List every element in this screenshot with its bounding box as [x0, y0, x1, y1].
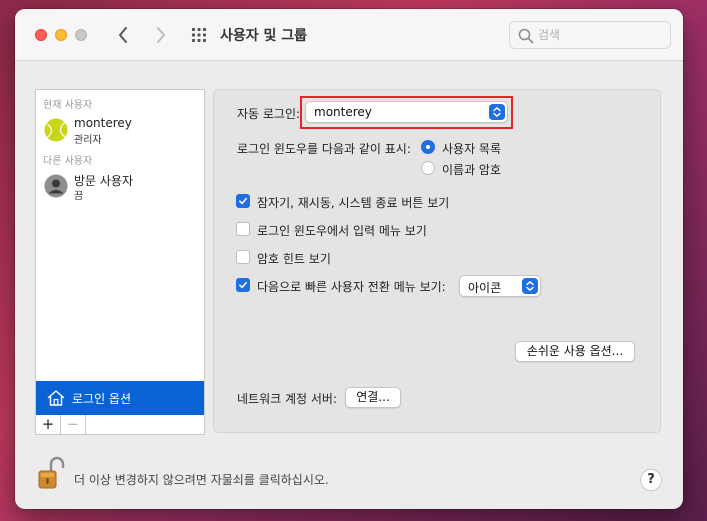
user-role: 관리자 [74, 135, 102, 146]
house-icon [47, 390, 65, 406]
radio-name-password[interactable] [421, 161, 435, 175]
user-name: monterey [74, 116, 132, 130]
checkbox-show-power-buttons[interactable] [236, 194, 250, 208]
checkbox-password-hints[interactable] [236, 250, 250, 264]
search-field[interactable] [509, 21, 671, 49]
search-input[interactable] [538, 26, 662, 44]
chevron-updown-icon [522, 278, 538, 294]
checkbox-input-menu[interactable] [236, 222, 250, 236]
auto-login-select[interactable]: monterey [305, 101, 508, 123]
remove-user-button[interactable]: − [61, 415, 86, 434]
auto-login-value: monterey [314, 105, 372, 119]
users-list: 현재 사용자 monterey 관리자 다른 사용자 방문 사용자 끔 로그인 … [35, 89, 205, 416]
tennis-ball-avatar [44, 118, 68, 142]
show-all-grid-icon[interactable] [191, 27, 207, 43]
fast-switch-value: 아이콘 [468, 281, 502, 295]
chevron-updown-icon [489, 104, 505, 120]
fast-switch-select[interactable]: 아이콘 [459, 275, 541, 297]
window-title: 사용자 및 그룹 [220, 28, 308, 44]
add-remove-bar: + − [35, 415, 205, 435]
current-users-heading: 현재 사용자 [43, 100, 93, 111]
add-user-button[interactable]: + [36, 415, 61, 434]
sidebar-item-label: 로그인 옵션 [72, 392, 132, 406]
search-icon [518, 28, 534, 44]
sidebar-item-login-options[interactable]: 로그인 옵션 [36, 381, 204, 415]
network-server-label: 네트워크 계정 서버: [237, 392, 337, 406]
back-arrow-icon[interactable] [113, 23, 135, 47]
help-button[interactable]: ? [640, 469, 662, 491]
user-row-guest[interactable]: 방문 사용자 끔 [36, 169, 204, 203]
minimize-window-button[interactable] [55, 29, 67, 41]
close-window-button[interactable] [35, 29, 47, 41]
zoom-window-button[interactable] [75, 29, 87, 41]
radio-user-list[interactable] [421, 140, 435, 154]
connect-button[interactable]: 연결... [345, 387, 401, 408]
other-users-heading: 다른 사용자 [43, 156, 93, 167]
checkbox-fast-user-switching[interactable] [236, 278, 250, 292]
user-role: 끔 [74, 191, 84, 202]
display-window-label: 로그인 윈도우를 다음과 같이 표시: [237, 142, 411, 156]
checkbox-input-menu-label: 로그인 윈도우에서 입력 메뉴 보기 [257, 224, 427, 238]
accessibility-options-button[interactable]: 손쉬운 사용 옵션... [515, 341, 635, 362]
auto-login-label: 자동 로그인: [237, 107, 301, 121]
title-bar: 사용자 및 그룹 [15, 9, 683, 61]
forward-arrow-icon[interactable] [149, 23, 171, 47]
unlocked-padlock-icon[interactable] [35, 455, 67, 491]
checkbox-password-hints-label: 암호 힌트 보기 [257, 252, 331, 266]
preferences-window: 사용자 및 그룹 현재 사용자 monterey 관리자 다른 사용자 [15, 9, 683, 509]
guest-avatar-icon [44, 174, 68, 198]
user-row-monterey[interactable]: monterey 관리자 [36, 113, 204, 147]
lock-message: 더 이상 변경하지 않으려면 자물쇠를 클릭하십시오. [74, 473, 329, 487]
checkbox-show-power-buttons-label: 잠자기, 재시동, 시스템 종료 버튼 보기 [257, 196, 450, 210]
radio-user-list-label: 사용자 목록 [442, 142, 502, 156]
radio-name-password-label: 이름과 암호 [442, 163, 502, 177]
checkbox-fast-user-switching-label: 다음으로 빠른 사용자 전환 메뉴 보기: [257, 280, 446, 294]
